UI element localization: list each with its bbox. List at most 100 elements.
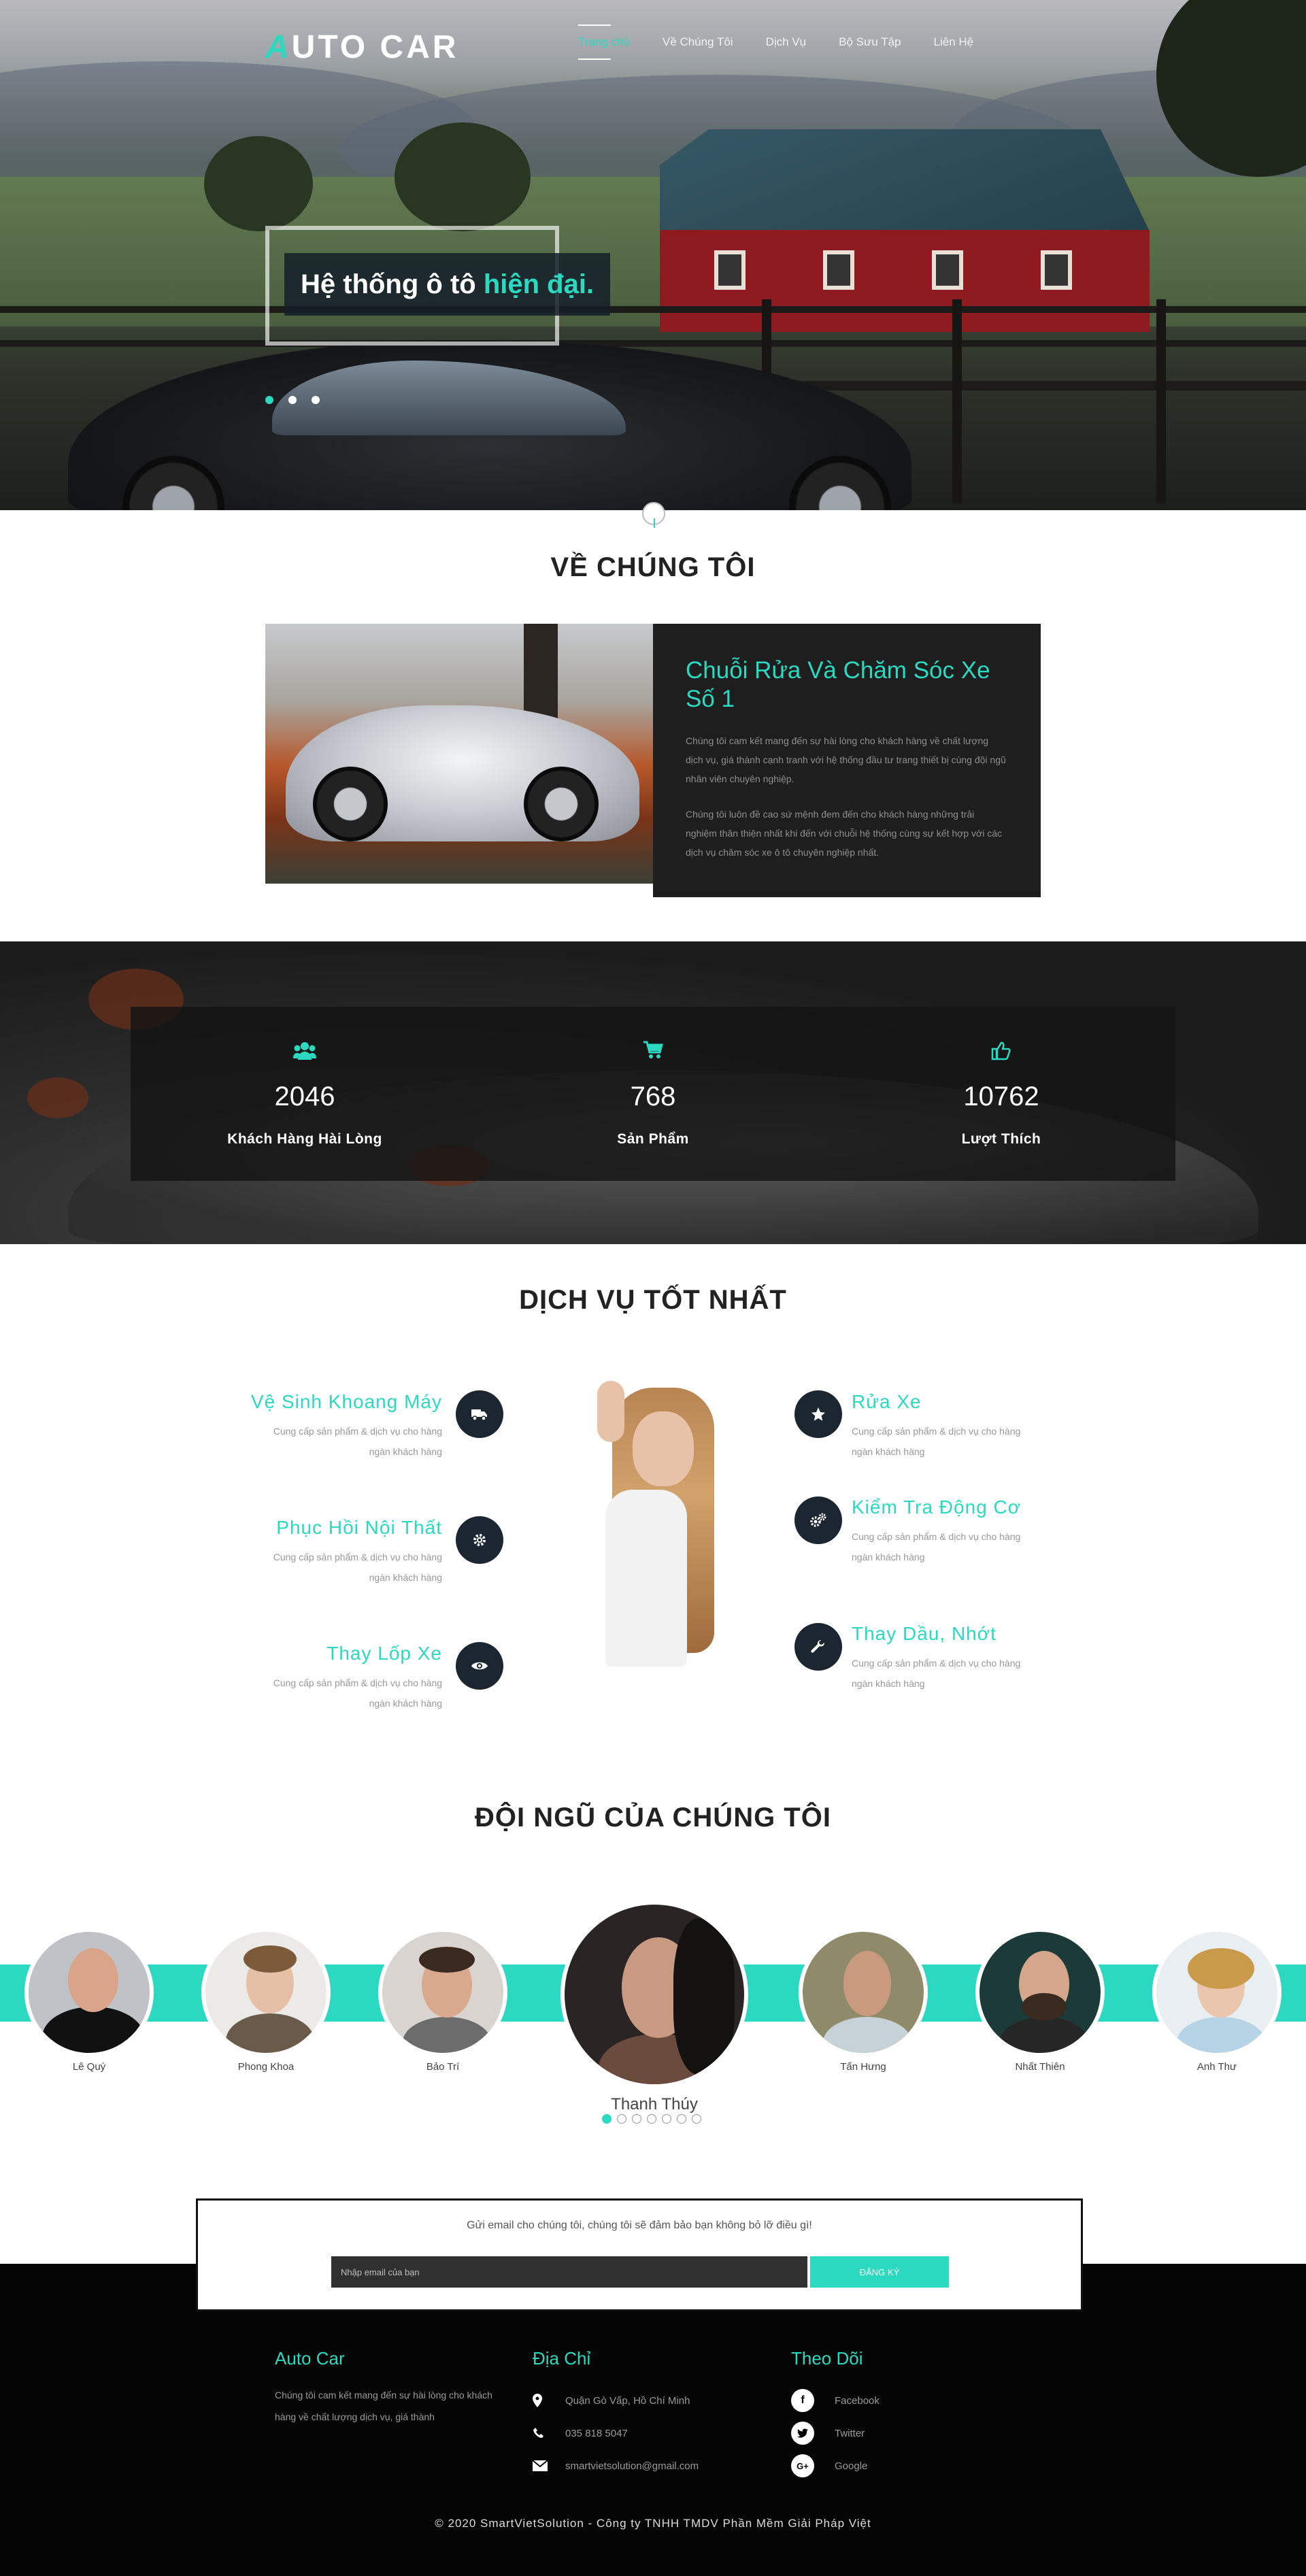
social-link[interactable]: Twitter — [791, 2417, 1022, 2449]
main-menu: Trang chủ Về Chúng Tôi Dịch Vụ Bộ Sưu Tậ… — [578, 24, 1006, 60]
wrench-icon — [794, 1623, 842, 1671]
slider-dot[interactable] — [288, 396, 297, 404]
background-tree — [395, 122, 531, 231]
carousel-dot[interactable] — [692, 2114, 701, 2124]
team-member-featured[interactable]: Thanh Thúy — [560, 1901, 748, 2114]
team-member[interactable]: Anh Thư — [1152, 1928, 1282, 2073]
service-description: Cung cấp sản phẩm & dịch vụ cho hàng ngà… — [852, 1658, 1021, 1689]
copyright-text: © 2020 SmartVietSolution - Công ty TNHH … — [435, 2517, 871, 2530]
stats-panel: 2046 Khách Hàng Hài Lòng 768 Sản Phẩm 10… — [131, 1007, 1175, 1181]
about-paragraph: Chúng tôi luôn đề cao sứ mệnh đem đến ch… — [686, 809, 1002, 858]
member-name: Nhất Thiên — [1015, 2061, 1065, 2073]
team-member[interactable]: Nhất Thiên — [975, 1928, 1105, 2073]
team-member[interactable]: Phong Khoa — [201, 1928, 331, 2073]
hero-caption-highlight: hiện đại. — [483, 269, 595, 299]
social-link[interactable]: G+ Google — [791, 2449, 1022, 2482]
slider-dot[interactable] — [265, 396, 273, 404]
fence-post — [1156, 299, 1166, 503]
footer-follow-title: Theo Dõi — [791, 2348, 863, 2369]
nav-services[interactable]: Dịch Vụ — [766, 35, 807, 49]
carousel-dot[interactable] — [602, 2114, 612, 2124]
service-item[interactable]: Thay Lốp Xe Cung cấp sản phẩm & dịch vụ … — [184, 1643, 442, 1713]
services-model-image — [585, 1374, 748, 1687]
newsletter-email-input[interactable] — [331, 2256, 807, 2288]
hero-slider-dots — [265, 396, 335, 404]
team-carousel-dots — [602, 2114, 707, 2124]
footer-about-text: Chúng tôi cam kết mang đến sự hài lòng c… — [275, 2390, 492, 2422]
newsletter-box: Gửi email cho chúng tôi, chúng tôi sẽ đả… — [196, 2198, 1083, 2311]
hero-caption: Hệ thống ô tô hiện đại. — [284, 253, 611, 316]
social-link[interactable]: f Facebook — [791, 2384, 1022, 2417]
stat-likes: 10762 Lượt Thích — [827, 1007, 1175, 1181]
site-logo[interactable]: AUTO CAR — [265, 29, 458, 66]
footer-address-title: Địa Chỉ — [533, 2348, 591, 2369]
address-row: Quận Gò Vấp, Hồ Chí Minh — [533, 2384, 764, 2417]
social-label[interactable]: Twitter — [835, 2428, 865, 2439]
newsletter-form: ĐĂNG KÝ — [331, 2256, 949, 2288]
fence-post — [952, 299, 962, 503]
facebook-icon[interactable]: f — [791, 2389, 814, 2412]
social-label[interactable]: Google — [835, 2460, 867, 2472]
service-description: Cung cấp sản phẩm & dịch vụ cho hàng ngà… — [273, 1677, 442, 1709]
background-tree — [204, 136, 313, 231]
stat-label: Lượt Thích — [961, 1131, 1041, 1147]
users-icon — [131, 1041, 479, 1067]
service-title: Vệ Sinh Khoang Máy — [250, 1391, 442, 1412]
background-barn — [660, 129, 1150, 333]
carousel-dot[interactable] — [632, 2114, 641, 2124]
team-member[interactable]: Lê Quý — [24, 1928, 154, 2073]
scroll-down-indicator[interactable] — [642, 502, 665, 528]
carousel-dot[interactable] — [677, 2114, 686, 2124]
stat-customers: 2046 Khách Hàng Hài Lòng — [131, 1007, 479, 1181]
email-text[interactable]: smartvietsolution@gmail.com — [565, 2460, 699, 2472]
address-text: Quận Gò Vấp, Hồ Chí Minh — [565, 2394, 690, 2407]
service-title: Thay Dầu, Nhớt — [852, 1623, 997, 1644]
service-item[interactable]: Thay Dầu, Nhớt Cung cấp sản phẩm & dịch … — [852, 1623, 1110, 1694]
service-item[interactable]: Rửa Xe Cung cấp sản phẩm & dịch vụ cho h… — [852, 1391, 1110, 1462]
team-member[interactable]: Tấn Hưng — [799, 1928, 928, 2073]
nav-contact[interactable]: Liên Hệ — [934, 35, 974, 49]
subscribe-button[interactable]: ĐĂNG KÝ — [810, 2256, 949, 2288]
star-icon — [794, 1390, 842, 1438]
hero-car-image — [68, 340, 911, 510]
service-item[interactable]: Vệ Sinh Khoang Máy Cung cấp sản phẩm & d… — [184, 1391, 442, 1462]
avatar — [201, 1928, 331, 2057]
avatar — [378, 1928, 507, 2057]
member-name: Phong Khoa — [237, 2061, 295, 2073]
hero-section: AUTO CAR Trang chủ Về Chúng Tôi Dịch Vụ … — [0, 0, 1306, 510]
team-section-title: ĐỘI NGŨ CỦA CHÚNG TÔI — [475, 1803, 831, 1833]
carousel-dot[interactable] — [647, 2114, 656, 2124]
service-item[interactable]: Kiểm Tra Động Cơ Cung cấp sản phẩm & dịc… — [852, 1496, 1110, 1567]
social-label[interactable]: Facebook — [835, 2395, 880, 2407]
team-member[interactable]: Bảo Trí — [378, 1928, 507, 2073]
slider-dot[interactable] — [312, 396, 320, 404]
service-title: Rửa Xe — [852, 1391, 922, 1412]
gears-icon — [794, 1496, 842, 1544]
member-name: Anh Thư — [1196, 2061, 1237, 2073]
cart-icon — [479, 1041, 827, 1067]
stat-value: 10762 — [963, 1082, 1039, 1111]
service-item[interactable]: Phục Hồi Nội Thất Cung cấp sản phẩm & dị… — [184, 1517, 442, 1588]
top-navigation: AUTO CAR Trang chủ Về Chúng Tôi Dịch Vụ … — [0, 0, 1306, 88]
carousel-dot[interactable] — [662, 2114, 671, 2124]
logo-text: UTO CAR — [291, 29, 459, 65]
member-name: Lê Quý — [72, 2061, 106, 2073]
service-title: Phục Hồi Nội Thất — [276, 1517, 442, 1538]
carousel-dot[interactable] — [617, 2114, 626, 2124]
services-section-title: DỊCH VỤ TỐT NHẤT — [519, 1285, 787, 1315]
phone-icon — [533, 2427, 552, 2439]
newsletter-message: Gửi email cho chúng tôi, chúng tôi sẽ đả… — [467, 2220, 812, 2231]
service-description: Cung cấp sản phẩm & dịch vụ cho hàng ngà… — [273, 1426, 442, 1457]
nav-home[interactable]: Trang chủ — [578, 24, 630, 60]
nav-gallery[interactable]: Bộ Sưu Tập — [839, 35, 901, 49]
thumbs-up-icon — [827, 1041, 1175, 1067]
twitter-icon[interactable] — [791, 2422, 814, 2445]
member-name: Tấn Hưng — [840, 2061, 886, 2073]
phone-text[interactable]: 035 818 5047 — [565, 2428, 628, 2439]
stat-products: 768 Sản Phẩm — [479, 1007, 827, 1181]
eye-icon — [456, 1642, 503, 1690]
background-fence — [0, 306, 1306, 313]
nav-about[interactable]: Về Chúng Tôi — [663, 35, 733, 49]
google-plus-icon[interactable]: G+ — [791, 2454, 814, 2477]
email-row: smartvietsolution@gmail.com — [533, 2449, 764, 2482]
